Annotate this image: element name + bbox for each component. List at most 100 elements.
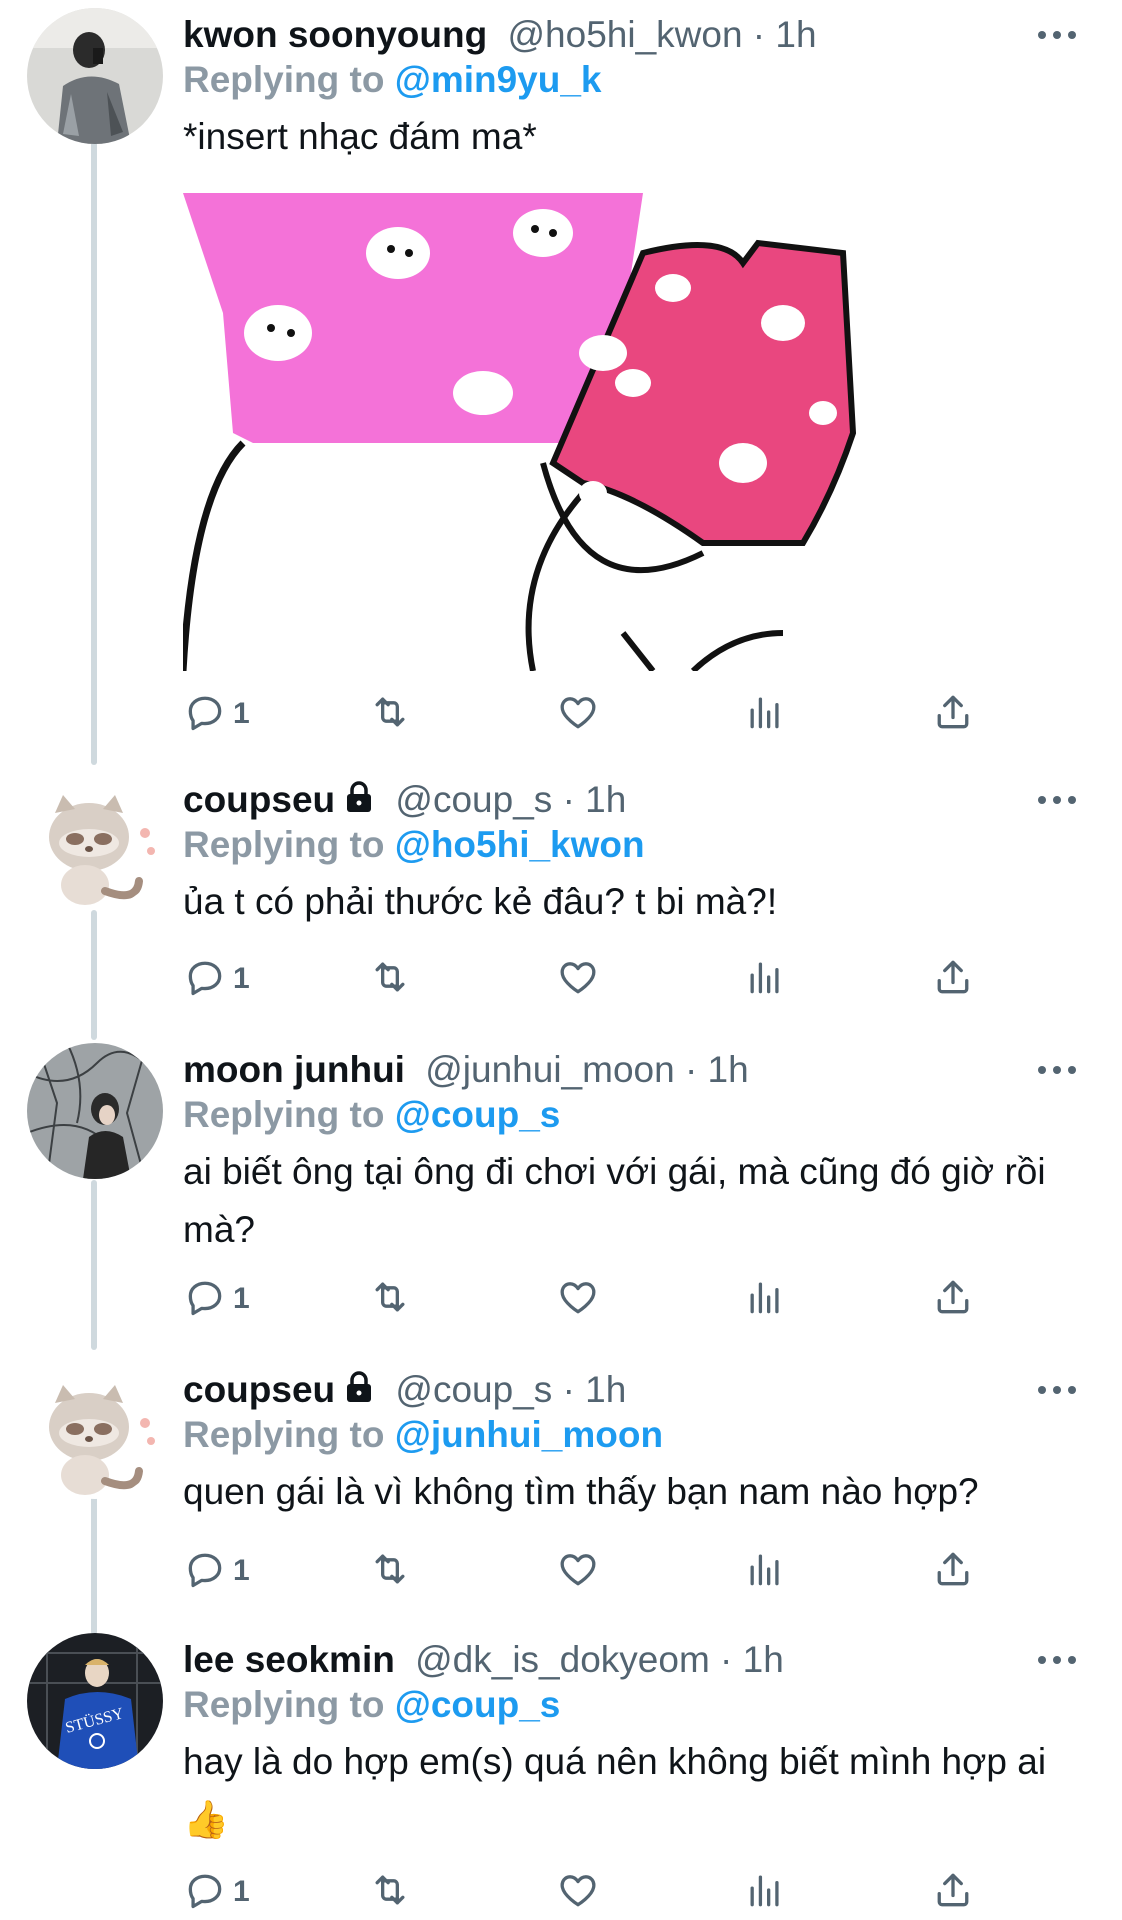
tweet-text: quen gái là vì không tìm thấy bạn nam nà… (183, 1471, 979, 1512)
like-button[interactable] (556, 953, 600, 1005)
like-button[interactable] (556, 688, 600, 740)
handle-time[interactable]: @ho5hi_kwon · 1h (507, 14, 816, 55)
analytics-icon (743, 690, 787, 739)
reply-button[interactable]: 1 (183, 1866, 250, 1918)
share-button[interactable] (931, 1545, 975, 1597)
tweet[interactable]: kwon soonyoung @ho5hi_kwon · 1h Replying… (0, 8, 1122, 748)
reply-icon (183, 955, 227, 1004)
avatar[interactable] (27, 773, 163, 909)
more-dots-icon[interactable] (1030, 1045, 1090, 1095)
analytics-icon (743, 1868, 787, 1917)
analytics-button[interactable] (743, 1866, 787, 1918)
share-icon (931, 1868, 975, 1917)
tweet-actions: 1 (183, 688, 1013, 740)
retweet-button[interactable] (368, 1273, 412, 1325)
tweet-text: hay là do hợp em(s) quá nên không biết m… (183, 1741, 1047, 1840)
share-button[interactable] (931, 1273, 975, 1325)
share-button[interactable] (931, 953, 975, 1005)
replying-to-label: Replying to (183, 1684, 395, 1725)
analytics-icon (743, 955, 787, 1004)
mention-link[interactable]: @ho5hi_kwon (395, 824, 645, 865)
replying-to: Replying to @coup_s (183, 1680, 560, 1730)
display-name[interactable]: coupseu (183, 779, 335, 820)
tweet-actions: 1 (183, 1545, 1013, 1597)
replying-to: Replying to @junhui_moon (183, 1410, 663, 1460)
share-icon (931, 1547, 975, 1596)
share-button[interactable] (931, 1866, 975, 1918)
reply-count: 1 (233, 697, 250, 730)
tweet-text: ai biết ông tại ông đi chơi với gái, mà … (183, 1151, 1046, 1250)
display-name[interactable]: moon junhui (183, 1049, 405, 1090)
analytics-icon (743, 1547, 787, 1596)
display-name[interactable]: lee seokmin (183, 1639, 395, 1680)
replying-to: Replying to @ho5hi_kwon (183, 820, 645, 870)
like-button[interactable] (556, 1273, 600, 1325)
mention-link[interactable]: @coup_s (395, 1684, 561, 1725)
tweet-media-image[interactable] (183, 193, 903, 671)
replying-to: Replying to @min9yu_k (183, 55, 602, 105)
replying-to-label: Replying to (183, 824, 395, 865)
share-icon (931, 690, 975, 739)
analytics-button[interactable] (743, 688, 787, 740)
tweet[interactable]: moon junhui @junhui_moon · 1h Replying t… (0, 1043, 1122, 1343)
analytics-button[interactable] (743, 1273, 787, 1325)
tweet[interactable]: coupseu @coup_s · 1h Replying to @junhui… (0, 1363, 1122, 1613)
reply-button[interactable]: 1 (183, 1545, 250, 1597)
mention-link[interactable]: @coup_s (395, 1094, 561, 1135)
retweet-icon (368, 690, 412, 739)
handle-time[interactable]: @coup_s · 1h (395, 1369, 626, 1410)
tweet-text: ủa t có phải thước kẻ đâu? t bi mà?! (183, 881, 778, 922)
retweet-icon (368, 1868, 412, 1917)
mention-link[interactable]: @min9yu_k (395, 59, 602, 100)
tweet[interactable]: coupseu @coup_s · 1h Replying to @ho5hi_… (0, 773, 1122, 1023)
heart-icon (556, 690, 600, 739)
reply-icon (183, 1868, 227, 1917)
reply-icon (183, 1275, 227, 1324)
mention-link[interactable]: @junhui_moon (395, 1414, 663, 1455)
avatar[interactable] (27, 1043, 163, 1179)
analytics-icon (743, 1275, 787, 1324)
replying-to-label: Replying to (183, 1094, 395, 1135)
tweet-actions: 1 (183, 953, 1013, 1005)
display-name[interactable]: kwon soonyoung (183, 14, 487, 55)
retweet-button[interactable] (368, 688, 412, 740)
retweet-button[interactable] (368, 1866, 412, 1918)
handle-time[interactable]: @junhui_moon · 1h (425, 1049, 748, 1090)
handle-time[interactable]: @coup_s · 1h (395, 779, 626, 820)
retweet-icon (368, 955, 412, 1004)
like-button[interactable] (556, 1545, 600, 1597)
reply-button[interactable]: 1 (183, 953, 250, 1005)
share-icon (931, 1275, 975, 1324)
analytics-button[interactable] (743, 1545, 787, 1597)
more-dots-icon[interactable] (1030, 1635, 1090, 1685)
retweet-button[interactable] (368, 953, 412, 1005)
share-button[interactable] (931, 688, 975, 740)
like-button[interactable] (556, 1866, 600, 1918)
replying-to-label: Replying to (183, 1414, 395, 1455)
heart-icon (556, 1868, 600, 1917)
replying-to-label: Replying to (183, 59, 395, 100)
reply-button[interactable]: 1 (183, 688, 250, 740)
more-dots-icon[interactable] (1030, 10, 1090, 60)
heart-icon (556, 955, 600, 1004)
reply-button[interactable]: 1 (183, 1273, 250, 1325)
avatar[interactable] (27, 8, 163, 144)
handle-time[interactable]: @dk_is_dokyeom · 1h (415, 1639, 784, 1680)
tweet-text: *insert nhạc đám ma* (183, 116, 537, 157)
retweet-button[interactable] (368, 1545, 412, 1597)
tweet-actions: 1 (183, 1866, 1013, 1918)
more-dots-icon[interactable] (1030, 775, 1090, 825)
analytics-button[interactable] (743, 953, 787, 1005)
retweet-icon (368, 1547, 412, 1596)
heart-icon (556, 1547, 600, 1596)
heart-icon (556, 1275, 600, 1324)
tweet[interactable]: STÜSSY lee seokmin @dk_is_dokyeom · 1h R… (0, 1633, 1122, 1920)
share-icon (931, 955, 975, 1004)
reply-count: 1 (233, 1875, 250, 1908)
retweet-icon (368, 1275, 412, 1324)
avatar[interactable]: STÜSSY (27, 1633, 163, 1769)
display-name[interactable]: coupseu (183, 1369, 335, 1410)
avatar[interactable] (27, 1363, 163, 1499)
more-dots-icon[interactable] (1030, 1365, 1090, 1415)
reply-count: 1 (233, 1554, 250, 1587)
